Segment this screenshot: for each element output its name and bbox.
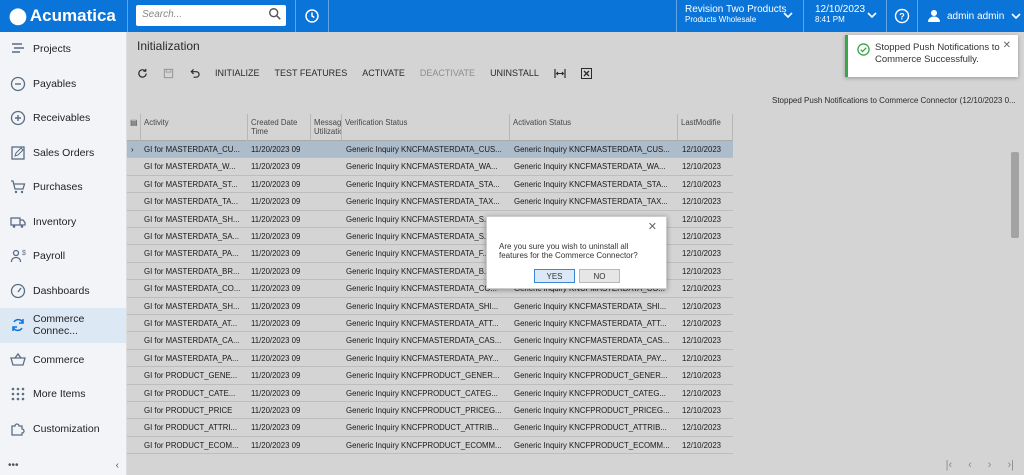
- search-input[interactable]: Search...: [136, 5, 286, 26]
- edit-icon: [10, 145, 33, 161]
- no-button[interactable]: NO: [579, 269, 620, 283]
- company-selector[interactable]: Revision Two Products Products Wholesale: [676, 0, 803, 32]
- cart-icon: [10, 179, 33, 195]
- svg-text:$: $: [22, 250, 26, 257]
- search-icon[interactable]: [268, 7, 282, 21]
- sidebar-item-commerce[interactable]: Commerce: [0, 343, 126, 378]
- business-date-selector[interactable]: 12/10/2023 8:41 PM: [803, 0, 886, 32]
- sidebar-menu: Projects Payables Receivables Sales Orders P…: [0, 32, 126, 446]
- close-icon[interactable]: ✕: [1003, 40, 1011, 51]
- sidebar-item-commerce-connec[interactable]: Commerce Connec...: [0, 308, 126, 343]
- history-button[interactable]: [295, 0, 329, 32]
- svg-text:?: ?: [899, 12, 905, 22]
- search-placeholder: Search...: [142, 9, 183, 20]
- success-toast: Stopped Push Notifications to Commerce S…: [845, 35, 1018, 77]
- payroll-icon: $: [10, 248, 33, 264]
- sidebar-item-customization[interactable]: Customization: [0, 412, 126, 447]
- help-icon: ?: [894, 8, 910, 24]
- sidebar-item-label: Projects: [33, 43, 71, 56]
- sidebar-item-purchases[interactable]: Purchases: [0, 170, 126, 205]
- truck-icon: [10, 214, 33, 230]
- logo-text: Acumatica: [29, 6, 116, 25]
- sidebar-item-label: Payroll: [33, 250, 66, 263]
- sidebar-item-label: Dashboards: [33, 284, 90, 297]
- sidebar-item-payables[interactable]: Payables: [0, 67, 126, 102]
- puzzle-icon: [10, 421, 33, 437]
- minus-circle-icon: [10, 76, 33, 92]
- help-button[interactable]: ?: [886, 0, 918, 32]
- sidebar-item-label: Customization: [33, 422, 100, 435]
- sidebar-item-sales-orders[interactable]: Sales Orders: [0, 136, 126, 171]
- sync-icon: [10, 317, 33, 333]
- user-menu[interactable]: admin admin: [918, 0, 1024, 32]
- acumatica-logo-icon: ⬤: [9, 8, 27, 25]
- projects-icon: [10, 41, 33, 57]
- top-bar: ⬤ Acumatica Search... Revision Two Produ…: [0, 0, 1024, 32]
- plus-circle-icon: [10, 110, 33, 126]
- sidebar-item-dashboards[interactable]: Dashboards: [0, 274, 126, 309]
- chevron-down-icon: [867, 12, 877, 19]
- uninstall-confirm-dialog: ✕ Are you sure you wish to uninstall all…: [486, 216, 667, 289]
- user-name: admin admin: [947, 10, 1005, 22]
- logo[interactable]: ⬤ Acumatica: [0, 0, 128, 32]
- close-icon[interactable]: ✕: [648, 220, 657, 233]
- toast-message: Stopped Push Notifications to Commerce S…: [875, 42, 1000, 65]
- sidebar-item-label: More Items: [33, 388, 86, 401]
- sidebar-item-label: Receivables: [33, 112, 91, 125]
- sidebar-item-more-items[interactable]: More Items: [0, 377, 126, 412]
- sidebar-item-inventory[interactable]: Inventory: [0, 205, 126, 240]
- sidebar-item-receivables[interactable]: Receivables: [0, 101, 126, 136]
- sidebar-item-label: Commerce Connec...: [33, 313, 85, 338]
- dialog-message: Are you sure you wish to uninstall all f…: [499, 242, 638, 260]
- gauge-icon: [10, 283, 33, 299]
- chevron-down-icon: [1011, 13, 1021, 20]
- sidebar-item-label: Commerce: [33, 353, 85, 366]
- grid-dots-icon: [10, 386, 33, 402]
- more-dots-icon[interactable]: •••: [8, 460, 19, 471]
- sidebar-footer: ••• ‹: [0, 455, 127, 475]
- yes-button[interactable]: YES: [534, 269, 575, 283]
- clock-icon: [305, 9, 319, 23]
- sidebar-item-payroll[interactable]: $ Payroll: [0, 239, 126, 274]
- sidebar-item-label: Sales Orders: [33, 146, 95, 159]
- sidebar-item-projects[interactable]: Projects: [0, 32, 126, 67]
- sidebar-item-label: Purchases: [33, 181, 83, 194]
- collapse-sidebar-icon[interactable]: ‹: [116, 460, 119, 471]
- sidebar-item-label: Payables: [33, 77, 77, 90]
- user-icon: [928, 10, 940, 22]
- basket-icon: [10, 352, 33, 368]
- sidebar-item-label: Inventory: [33, 215, 77, 228]
- check-circle-icon: [857, 43, 870, 56]
- chevron-down-icon: [783, 12, 793, 19]
- sidebar: Projects Payables Receivables Sales Orders P…: [0, 32, 127, 475]
